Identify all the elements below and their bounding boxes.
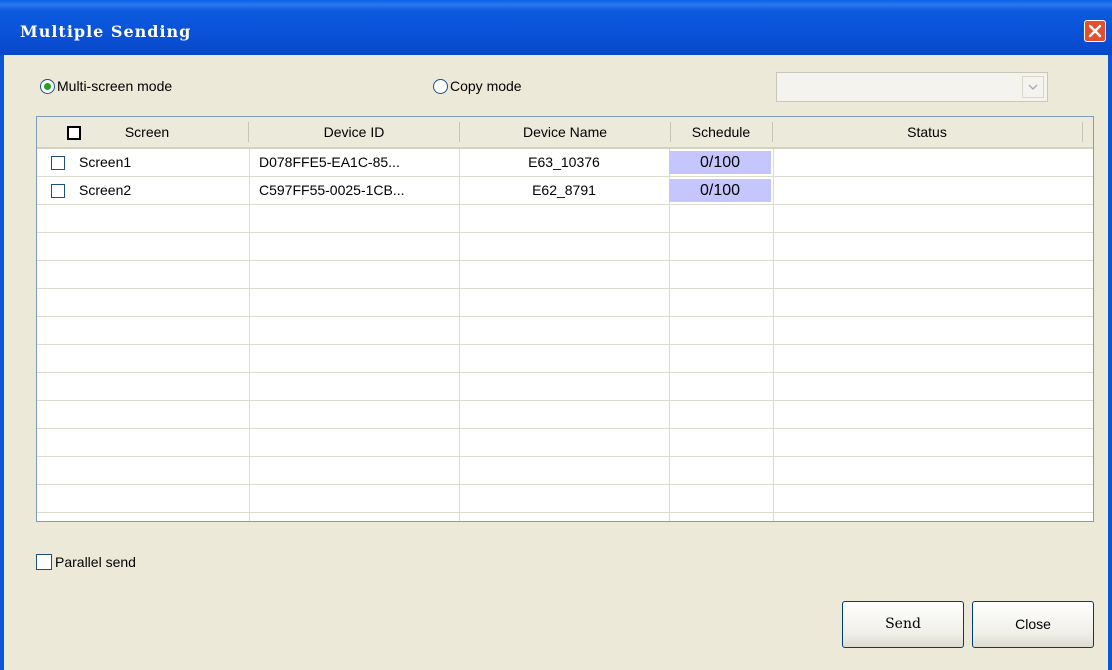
copy-mode-label: Copy mode [450,78,522,94]
column-header-schedule[interactable]: Schedule [671,117,771,147]
multi-screen-mode-label: Multi-screen mode [57,78,173,94]
cell-device-name: E62_8791 [532,182,596,198]
row-checkbox[interactable] [51,184,65,198]
mode-dropdown[interactable] [776,72,1048,102]
window-frame-right [1108,55,1112,670]
empty-row [37,261,1093,289]
window-title: Multiple Sending [20,22,192,41]
radio-selected-icon [40,78,55,94]
empty-row [37,429,1093,457]
parallel-send-checkbox[interactable]: Parallel send [36,554,136,570]
table-row[interactable]: Screen2 C597FF55-0025-1CB... E62_8791 0/… [37,177,1093,205]
close-button[interactable]: Close [972,601,1094,648]
cell-device-id: C597FF55-0025-1CB... [259,182,405,198]
dropdown-button[interactable] [1022,76,1044,98]
column-header-device-name[interactable]: Device Name [460,117,670,147]
chevron-down-icon [1028,84,1038,90]
select-all-checkbox[interactable] [67,126,81,140]
table-body: Screen1 D078FFE5-EA1C-85... E63_10376 0/… [37,149,1093,513]
empty-row [37,205,1093,233]
column-header-status[interactable]: Status [773,117,1081,147]
title-bar: Multiple Sending [0,0,1112,55]
cell-device-id: D078FFE5-EA1C-85... [259,154,400,170]
empty-row [37,233,1093,261]
screen-table: Screen Device ID Device Name Schedule St… [36,116,1094,522]
column-divider [1082,122,1083,142]
empty-row [37,317,1093,345]
cell-schedule: 0/100 [669,179,771,202]
cell-device-name: E63_10376 [528,154,600,170]
cell-schedule: 0/100 [669,151,771,174]
multiple-sending-dialog: Multiple Sending Multi-screen mode Copy … [0,0,1112,670]
empty-row [37,401,1093,429]
cell-screen: Screen1 [79,154,132,170]
row-checkbox[interactable] [51,156,65,170]
close-icon [1088,24,1102,38]
multi-screen-mode-radio[interactable]: Multi-screen mode [40,78,172,94]
send-button[interactable]: Send [842,601,964,648]
column-header-device-id[interactable]: Device ID [249,117,459,147]
empty-row [37,289,1093,317]
empty-row [37,345,1093,373]
copy-mode-radio[interactable]: Copy mode [433,78,522,94]
empty-row [37,485,1093,513]
close-window-button[interactable] [1084,20,1106,42]
empty-row [37,373,1093,401]
empty-row [37,457,1093,485]
window-frame-left [0,55,4,670]
cell-screen: Screen2 [79,182,132,198]
table-header: Screen Device ID Device Name Schedule St… [37,117,1093,149]
radio-unselected-icon [433,78,448,94]
checkbox-unchecked-icon [36,554,52,570]
column-header-screen[interactable]: Screen [87,117,207,147]
parallel-send-label: Parallel send [55,554,136,570]
table-row[interactable]: Screen1 D078FFE5-EA1C-85... E63_10376 0/… [37,149,1093,177]
